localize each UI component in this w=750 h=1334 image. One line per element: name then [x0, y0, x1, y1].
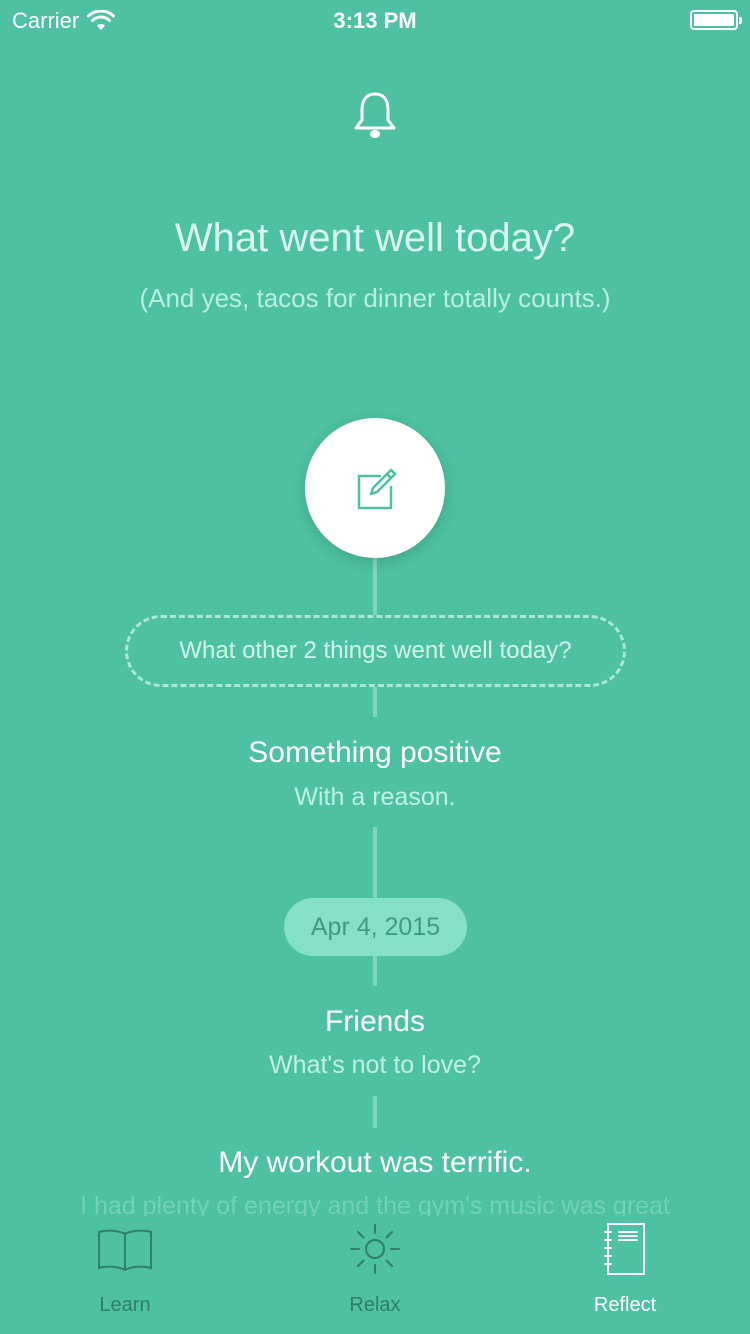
tab-label: Learn [99, 1294, 151, 1316]
tab-learn[interactable]: Learn [0, 1216, 250, 1334]
timeline-line [373, 1096, 377, 1128]
tab-bar: Learn Relax Reflect [0, 1216, 750, 1334]
page-title: What went well today? [174, 216, 576, 260]
timeline-line [373, 956, 377, 986]
add-entries-prompt[interactable]: What other 2 things went well today? [125, 615, 626, 687]
date-label: Apr 4, 2015 [310, 912, 441, 941]
status-time: 3:13 PM [333, 8, 417, 33]
notebook-icon [604, 1223, 645, 1275]
entry-subtitle: What's not to love? [269, 1051, 481, 1079]
prompt-label: What other 2 things went well today? [179, 637, 572, 664]
sun-icon [350, 1224, 400, 1274]
bell-icon[interactable] [352, 90, 398, 140]
battery-icon [690, 10, 742, 30]
page-subtitle: (And yes, tacos for dinner totally count… [139, 283, 611, 313]
book-icon [98, 1229, 152, 1272]
entry-title[interactable]: My workout was terrific. [0, 1146, 750, 1180]
timeline-line [373, 687, 377, 717]
timeline-line [373, 827, 377, 898]
tab-relax[interactable]: Relax [250, 1216, 500, 1334]
tab-label: Reflect [593, 1294, 657, 1316]
entry-title[interactable]: Friends [0, 1005, 750, 1039]
timeline-line [373, 558, 377, 615]
compose-icon [357, 468, 397, 510]
tab-reflect[interactable]: Reflect [500, 1216, 750, 1334]
date-marker: Apr 4, 2015 [284, 898, 467, 956]
compose-button[interactable] [305, 418, 445, 558]
entry-subtitle: With a reason. [294, 783, 456, 811]
status-bar: Carrier 3:13 PM [0, 0, 750, 40]
tab-label: Relax [349, 1294, 401, 1316]
entry-title[interactable]: Something positive [0, 736, 750, 770]
